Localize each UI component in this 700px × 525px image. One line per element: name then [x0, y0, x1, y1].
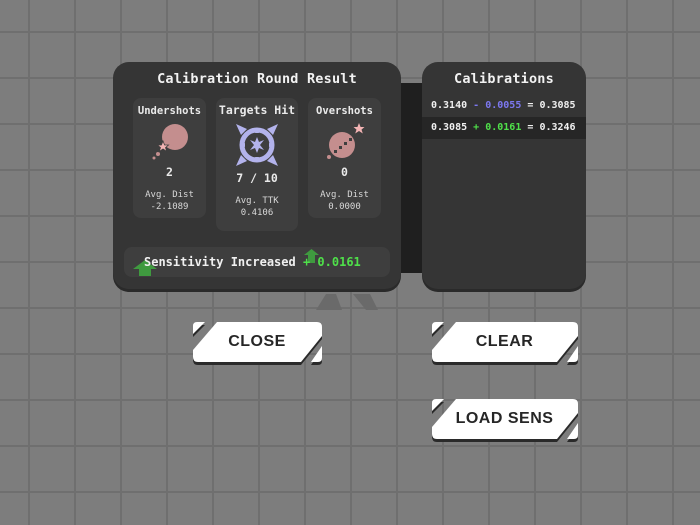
- close-button[interactable]: CLOSE: [191, 320, 323, 365]
- close-button-label: CLOSE: [228, 333, 286, 350]
- sensitivity-status: Sensitivity Increased + 0.0161: [124, 247, 390, 277]
- overshots-avg-value: 0.0000: [328, 202, 361, 212]
- result-panel-title: Calibration Round Result: [157, 71, 357, 87]
- undershots-avg-label: Avg. Dist: [145, 190, 194, 200]
- avg-ttk-value: 0.4106: [240, 208, 274, 218]
- overshots-card: Overshots 0 Avg. Dist 0.0000: [308, 98, 381, 218]
- targets-hit-card: Targets Hit 7 / 10 Avg. TTK 0.4106: [216, 98, 298, 231]
- calibrations-title: Calibrations: [454, 71, 554, 87]
- calibration-operator: +: [473, 122, 480, 133]
- calibrations-panel: Calibrations 0.3140 - 0.0055 = 0.3085 0.…: [422, 62, 586, 289]
- calibration-base: 0.3140: [431, 100, 468, 111]
- overshots-count: 0: [341, 165, 348, 179]
- load-sens-button[interactable]: LOAD SENS: [430, 397, 579, 442]
- clear-button[interactable]: CLEAR: [430, 320, 579, 365]
- sensitivity-label: Sensitivity Increased: [144, 255, 296, 269]
- undershots-card: Undershots 2 Avg. Dist -2.1089: [133, 98, 206, 218]
- clear-button-label: CLEAR: [475, 333, 534, 350]
- targets-hit-count: 7 / 10: [236, 171, 278, 185]
- calibrations-list: 0.3140 - 0.0055 = 0.3085 0.3085 + 0.0161…: [422, 95, 586, 139]
- calibration-equals: =: [527, 122, 534, 133]
- sensitivity-message: Sensitivity Increased + 0.0161: [144, 255, 361, 269]
- calibration-equals: =: [527, 100, 534, 111]
- targets-hit-label: Targets Hit: [218, 103, 296, 117]
- load-sens-button-label: LOAD SENS: [455, 410, 554, 427]
- calibration-delta: 0.0161: [485, 122, 522, 133]
- calibration-base: 0.3085: [431, 122, 468, 133]
- overshots-avg: Avg. Dist 0.0000: [308, 189, 381, 213]
- calibration-row: 0.3140 - 0.0055 = 0.3085: [422, 95, 586, 117]
- undershot-icon: [152, 124, 188, 160]
- calibration-result: 0.3246: [539, 122, 576, 133]
- undershots-label: Undershots: [137, 105, 202, 117]
- calibration-result-panel: Calibration Round Result Undershots 2 Av…: [113, 62, 401, 289]
- overshots-avg-label: Avg. Dist: [320, 190, 369, 200]
- overshots-label: Overshots: [316, 105, 373, 117]
- avg-ttk-label: Avg. TTK: [235, 196, 279, 206]
- undershots-avg-value: -2.1089: [150, 202, 189, 212]
- undershots-count: 2: [166, 165, 173, 179]
- overshot-icon: [326, 123, 364, 159]
- sensitivity-sign: +: [302, 255, 311, 269]
- calibration-result: 0.3085: [539, 100, 576, 111]
- sensitivity-change-value: 0.0161: [317, 255, 361, 269]
- calibration-operator: -: [473, 100, 480, 111]
- background-figure: [316, 294, 378, 310]
- crosshair-target-icon: [236, 124, 278, 166]
- targets-hit-avg: Avg. TTK 0.4106: [216, 195, 298, 219]
- calibration-row: 0.3085 + 0.0161 = 0.3246: [422, 117, 586, 139]
- undershots-avg: Avg. Dist -2.1089: [133, 189, 206, 213]
- calibration-delta: 0.0055: [485, 100, 522, 111]
